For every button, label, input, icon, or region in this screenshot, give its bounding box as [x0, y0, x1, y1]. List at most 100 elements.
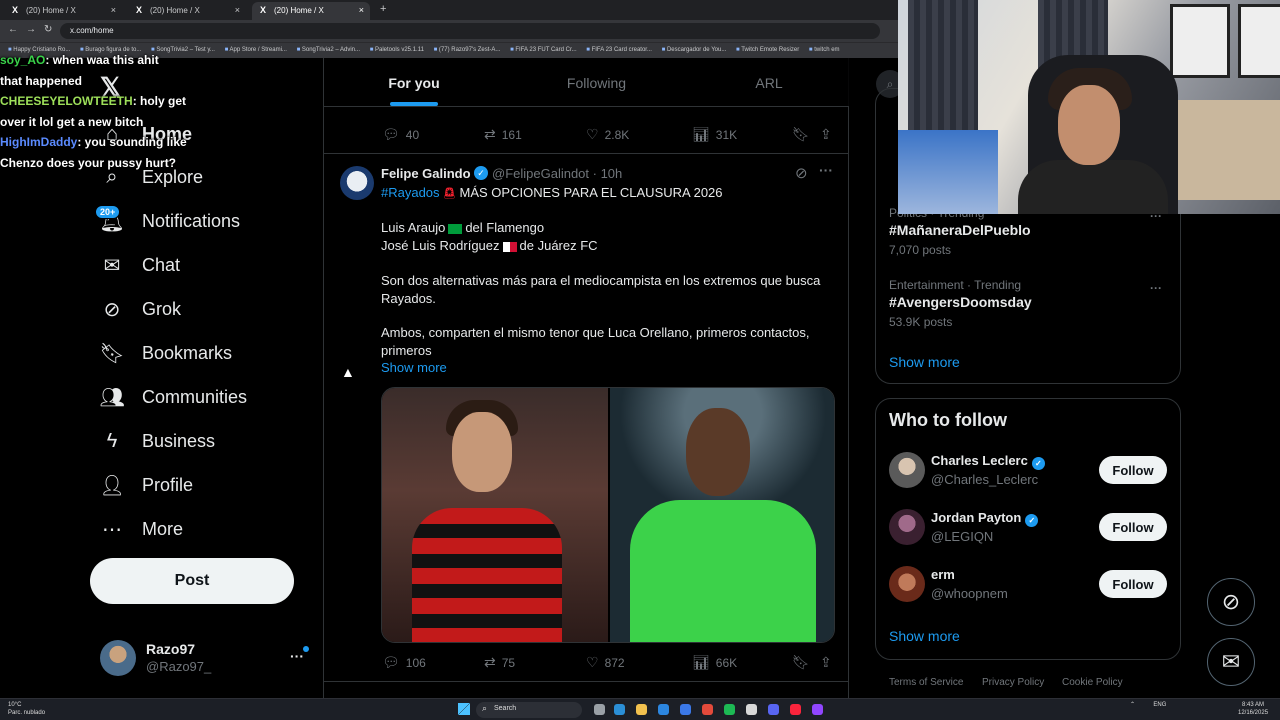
- system-tray[interactable]: ⌃ ENG: [1130, 701, 1166, 708]
- forward-icon[interactable]: →: [26, 24, 36, 35]
- show-more-link[interactable]: Show more: [381, 360, 447, 375]
- bookmark-item[interactable]: SongTrivia2 – Advin...: [297, 47, 360, 53]
- hashtag-link[interactable]: #Rayados: [381, 185, 440, 200]
- follow-suggestion-name[interactable]: Jordan Payton ✓: [931, 510, 1039, 527]
- avatar[interactable]: [889, 452, 925, 488]
- chevron-up-icon[interactable]: ⌃: [1130, 702, 1135, 708]
- follow-button[interactable]: Follow: [1099, 570, 1167, 598]
- repost-button[interactable]: ⇄ 75: [484, 654, 515, 671]
- reply-button[interactable]: 💬︎ 106: [382, 654, 426, 671]
- bookmark-button[interactable]: 🔖︎: [792, 654, 810, 671]
- tweet-media[interactable]: [381, 387, 835, 643]
- trends-show-more-link[interactable]: Show more: [889, 354, 960, 370]
- sidebar-item-business[interactable]: ϟ Business: [100, 426, 215, 456]
- avatar[interactable]: [889, 566, 925, 602]
- tab-arl[interactable]: ARL: [689, 58, 849, 107]
- obs-icon[interactable]: [746, 704, 757, 715]
- avatar[interactable]: [340, 166, 374, 200]
- bookmark-item[interactable]: Twitch Emote Resizer: [736, 47, 799, 53]
- language-indicator[interactable]: ENG: [1153, 702, 1166, 708]
- bookmark-button[interactable]: 🔖︎: [792, 126, 810, 143]
- views-button[interactable]: 📊︎ 31K: [692, 126, 737, 143]
- more-horizontal-icon[interactable]: ···: [819, 162, 833, 178]
- taskbar-search[interactable]: Search: [476, 702, 582, 718]
- mail-app-icon[interactable]: [680, 704, 691, 715]
- repost-button[interactable]: ⇄ 161: [484, 126, 522, 143]
- file-explorer-icon[interactable]: [636, 704, 647, 715]
- browser-tab-active[interactable]: X (20) Home / X ×: [252, 2, 370, 20]
- browser-tab[interactable]: X (20) Home / X ×: [128, 2, 246, 20]
- edge-icon[interactable]: [614, 704, 625, 715]
- sidebar-item-notifications[interactable]: 🔔︎ Notifications: [99, 206, 240, 236]
- bookmark-item[interactable]: Paletools v25.1.11: [370, 47, 424, 53]
- back-icon[interactable]: ←: [8, 24, 18, 35]
- footer-link-cookies[interactable]: Cookie Policy: [1062, 677, 1123, 688]
- notifications-badge: 20+: [95, 205, 121, 219]
- windows-start-icon[interactable]: [458, 703, 470, 715]
- chat-message: that happened: [0, 73, 83, 88]
- bookmark-item[interactable]: Descargador de You...: [662, 47, 726, 53]
- sidebar-item-communities[interactable]: 👥︎ Communities: [99, 382, 247, 412]
- follow-show-more-link[interactable]: Show more: [889, 628, 960, 644]
- spotify-icon[interactable]: [724, 704, 735, 715]
- trend-item[interactable]: #AvengersDoomsday: [889, 294, 1032, 310]
- close-icon[interactable]: ×: [111, 5, 116, 15]
- like-button[interactable]: ♡ 2.8K: [586, 126, 629, 143]
- bookmark-item[interactable]: App Store / Streami...: [225, 47, 287, 53]
- account-name[interactable]: Razo97: [146, 641, 195, 657]
- more-horizontal-icon[interactable]: ···: [290, 648, 304, 664]
- grok-icon[interactable]: ⊘: [795, 164, 808, 182]
- bookmark-item[interactable]: twitch em: [809, 47, 839, 53]
- verified-badge-icon: ✓: [474, 166, 488, 180]
- footer-link-privacy[interactable]: Privacy Policy: [982, 677, 1044, 688]
- repost-icon: ⇄: [484, 654, 496, 670]
- account-handle[interactable]: @Razo97_: [146, 659, 211, 674]
- sidebar-item-grok[interactable]: ⊘ Grok: [100, 294, 181, 324]
- footer-link-terms[interactable]: Terms of Service: [889, 677, 963, 688]
- store-icon[interactable]: [658, 704, 669, 715]
- sidebar-item-chat[interactable]: ✉ Chat: [100, 250, 180, 280]
- follow-suggestion-name[interactable]: Charles Leclerc ✓: [931, 453, 1045, 470]
- bookmark-item[interactable]: FIFA 23 FUT Card Cr...: [510, 47, 576, 53]
- weather-widget[interactable]: 10°C Parc. nublado: [8, 701, 45, 717]
- task-view-icon[interactable]: [594, 704, 605, 715]
- grok-float-button[interactable]: ⊘: [1207, 578, 1255, 626]
- avatar[interactable]: [889, 509, 925, 545]
- system-clock[interactable]: 8:43 AM 12/16/2025: [1238, 701, 1268, 717]
- reply-button[interactable]: 💬︎ 40: [382, 126, 419, 143]
- reload-icon[interactable]: ↻: [44, 24, 52, 35]
- sidebar-item-profile[interactable]: 👤︎ Profile: [99, 470, 193, 500]
- discord-icon[interactable]: [768, 704, 779, 715]
- url-input[interactable]: x.com/home: [60, 23, 880, 39]
- bookmark-item[interactable]: FIFA 23 Card creator...: [586, 47, 652, 53]
- views-button[interactable]: 📊︎ 66K: [692, 654, 737, 671]
- sidebar-item-bookmarks[interactable]: 🔖︎ Bookmarks: [99, 338, 232, 368]
- close-icon[interactable]: ×: [359, 5, 364, 15]
- sidebar-item-more[interactable]: ⋯ More: [100, 514, 183, 544]
- follow-button[interactable]: Follow: [1099, 513, 1167, 541]
- new-tab-icon[interactable]: +: [380, 3, 386, 15]
- twitch-icon[interactable]: [812, 704, 823, 715]
- photo-juarez-player[interactable]: [610, 388, 834, 642]
- follow-suggestion-name[interactable]: erm: [931, 567, 955, 582]
- tab-for-you[interactable]: For you: [324, 58, 504, 107]
- tweet-author-handle[interactable]: @FelipeGalindot · 10h: [492, 166, 622, 181]
- grok-icon: ⊘: [103, 298, 121, 321]
- trend-item[interactable]: #MañaneraDelPueblo: [889, 222, 1031, 238]
- like-button[interactable]: ♡ 872: [586, 654, 625, 671]
- music-icon[interactable]: [790, 704, 801, 715]
- chrome-icon[interactable]: [702, 704, 713, 715]
- more-horizontal-icon[interactable]: ···: [1150, 281, 1162, 295]
- browser-tab[interactable]: X (20) Home / X ×: [4, 2, 122, 20]
- photo-flamengo-player[interactable]: [382, 388, 608, 642]
- messages-float-button[interactable]: ✉: [1207, 638, 1255, 686]
- bookmark-item[interactable]: (77) Razo97's Zest-A...: [434, 47, 501, 53]
- close-icon[interactable]: ×: [235, 5, 240, 15]
- avatar[interactable]: [100, 640, 136, 676]
- follow-button[interactable]: Follow: [1099, 456, 1167, 484]
- tab-following[interactable]: Following: [504, 58, 689, 107]
- tweet-author-name[interactable]: Felipe Galindo: [381, 166, 471, 181]
- post-button[interactable]: Post: [90, 558, 294, 604]
- share-button[interactable]: ⇪: [820, 654, 832, 671]
- share-button[interactable]: ⇪: [820, 126, 832, 143]
